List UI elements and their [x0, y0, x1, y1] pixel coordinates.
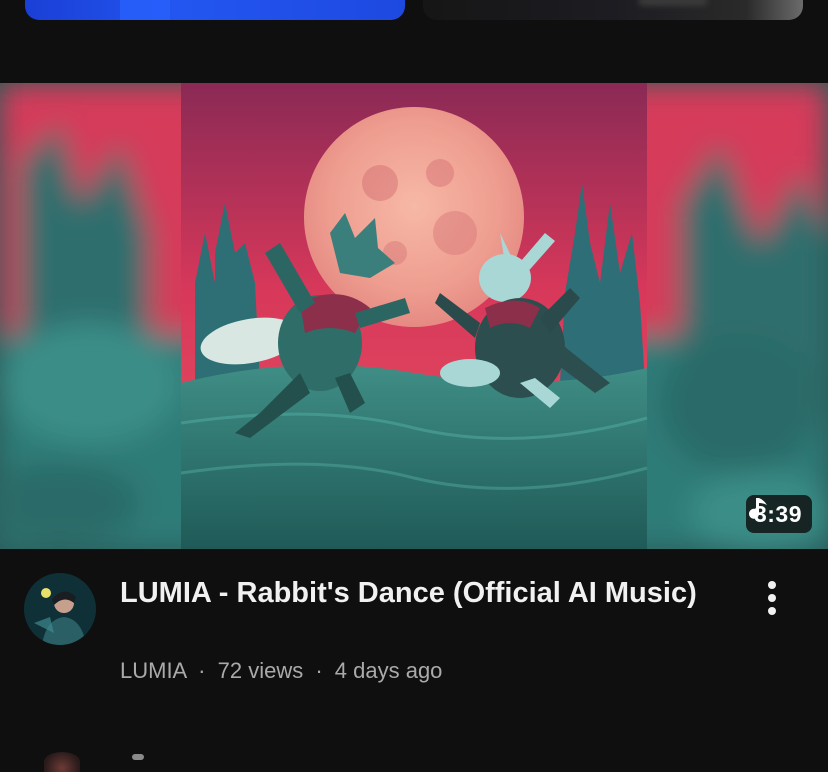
more-vert-icon-dot	[768, 594, 776, 602]
previous-video-thumbnail-left[interactable]	[25, 0, 405, 20]
next-video-title-fragment	[132, 754, 144, 760]
video-thumbnail[interactable]: 3:39	[0, 83, 828, 549]
separator: ·	[315, 658, 323, 683]
cover-art	[180, 83, 648, 549]
avatar-image	[24, 573, 96, 645]
previous-video-thumbnail-right[interactable]	[423, 0, 803, 20]
more-vert-icon	[768, 581, 776, 589]
separator: ·	[198, 658, 206, 683]
more-options-button[interactable]	[752, 578, 792, 618]
video-metadata: LUMIA · 72 views · 4 days ago	[120, 658, 442, 684]
duration-badge: 3:39	[745, 495, 812, 533]
more-vert-icon-dot	[768, 607, 776, 615]
thumbnail-detail	[638, 0, 708, 6]
upload-age: 4 days ago	[334, 658, 443, 683]
thumbnail-stripe	[120, 0, 170, 20]
channel-avatar[interactable]	[24, 573, 96, 645]
video-title[interactable]: LUMIA - Rabbit's Dance (Official AI Musi…	[120, 574, 700, 613]
music-note-icon	[748, 498, 767, 519]
view-count: 72 views	[217, 658, 304, 683]
channel-name[interactable]: LUMIA	[120, 658, 186, 683]
thumbnail-artwork	[0, 83, 828, 549]
next-video-channel-avatar[interactable]	[44, 752, 80, 772]
